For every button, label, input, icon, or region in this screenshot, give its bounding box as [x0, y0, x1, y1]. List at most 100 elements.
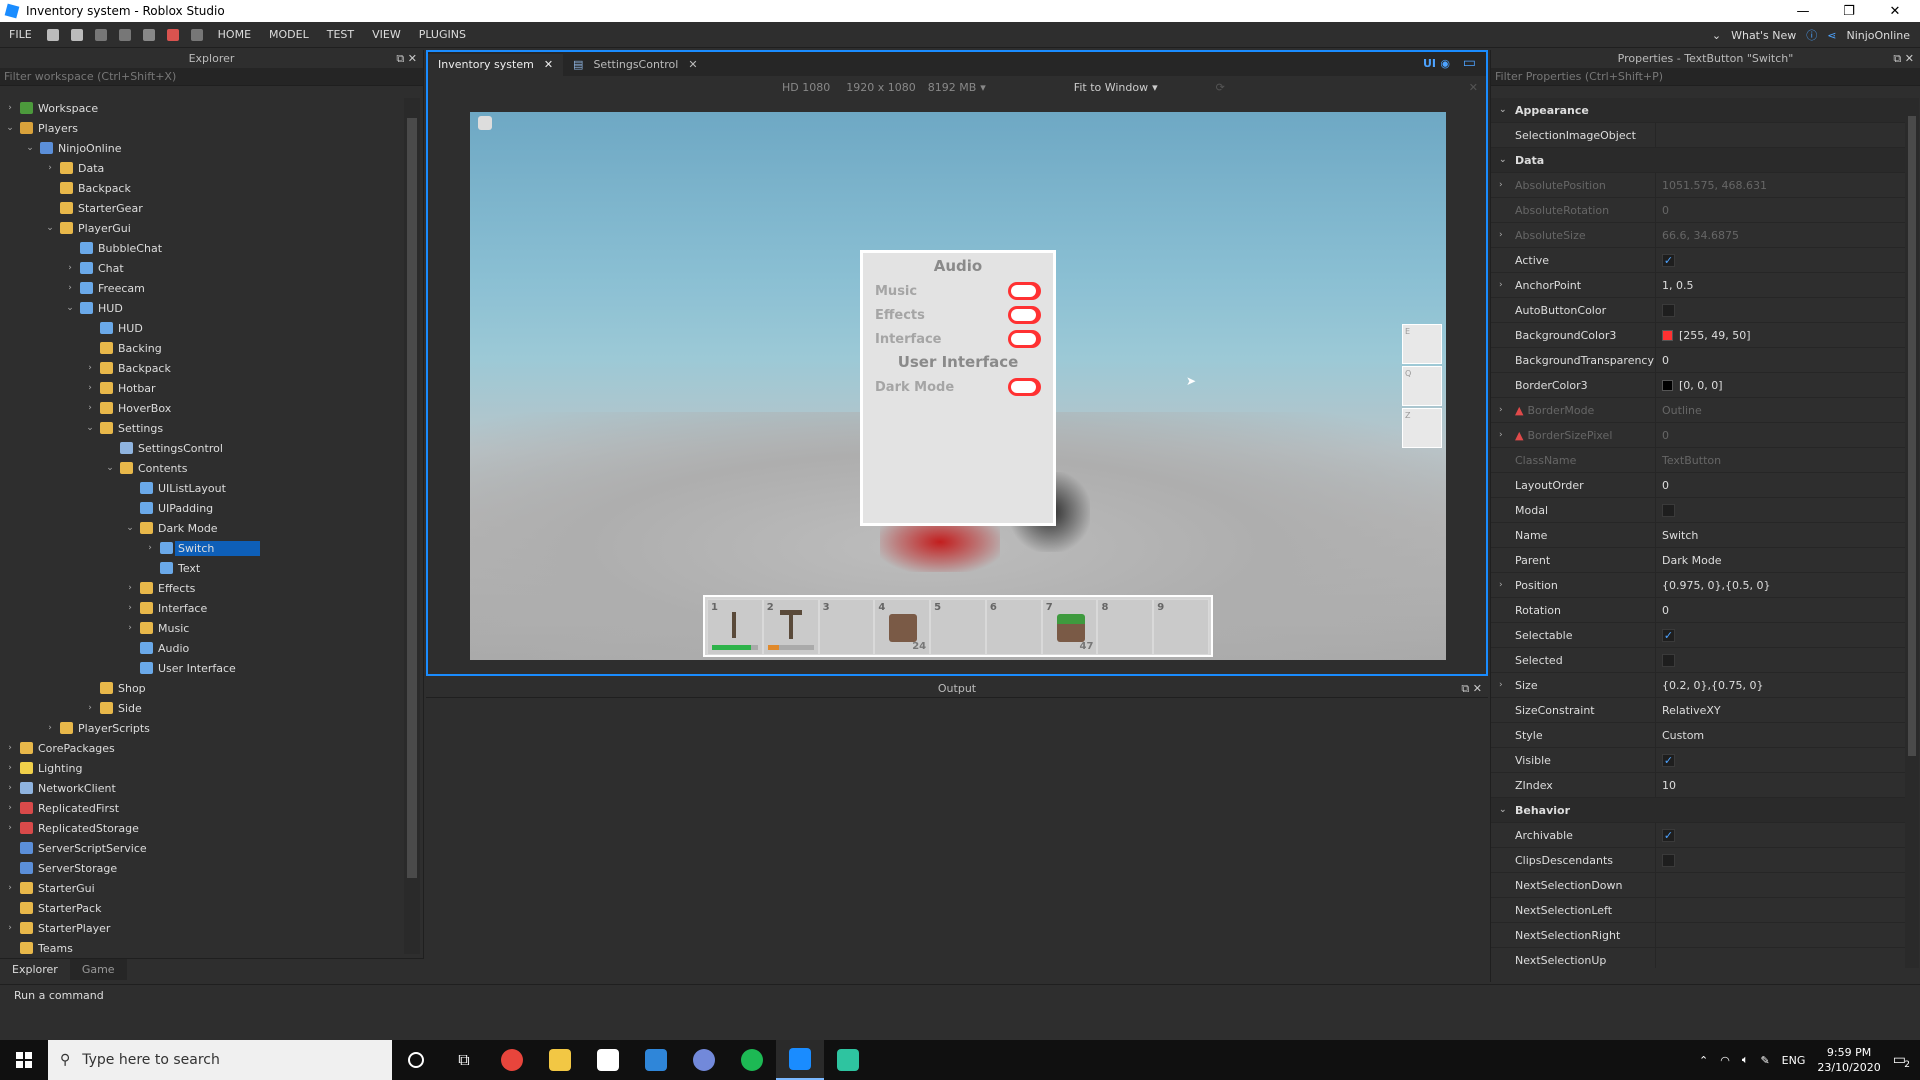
- chevron-down-icon[interactable]: ⌄: [84, 423, 96, 433]
- property-row[interactable]: Selected: [1491, 647, 1905, 673]
- roblox-menu-icon[interactable]: [478, 116, 492, 130]
- property-row[interactable]: › Position {0.975, 0},{0.5, 0}: [1491, 572, 1905, 598]
- scroll-thumb[interactable]: [407, 118, 417, 878]
- tab-game[interactable]: Game: [69, 959, 127, 980]
- tree-item[interactable]: › Chat: [0, 258, 404, 278]
- chevron-right-icon[interactable]: ›: [144, 543, 156, 553]
- property-value[interactable]: [255, 49, 50]: [1656, 329, 1751, 342]
- property-row[interactable]: SelectionImageObject: [1491, 122, 1905, 148]
- property-checkbox[interactable]: [1662, 503, 1675, 517]
- property-value[interactable]: 66.6, 34.6875: [1656, 229, 1739, 242]
- chevron-down-icon[interactable]: ⌄: [104, 463, 116, 473]
- property-value[interactable]: 0: [1656, 354, 1669, 367]
- property-row[interactable]: LayoutOrder 0: [1491, 472, 1905, 498]
- chevron-down-icon[interactable]: ⌄: [1712, 29, 1721, 42]
- tree-item[interactable]: › Side: [0, 698, 404, 718]
- chevron-down-icon[interactable]: ⌄: [1499, 148, 1507, 173]
- property-value[interactable]: [0, 0, 0]: [1656, 379, 1723, 392]
- share-icon[interactable]: ⋖: [1827, 29, 1836, 42]
- chevron-down-icon[interactable]: ⌄: [4, 123, 16, 133]
- tree-item[interactable]: › CorePackages: [0, 738, 404, 758]
- chevron-right-icon[interactable]: ›: [84, 363, 96, 373]
- hotbar-slot[interactable]: 7 47: [1041, 599, 1098, 655]
- taskbar-app[interactable]: [584, 1040, 632, 1080]
- tab-settings-control[interactable]: ▤ SettingsControl ✕: [563, 54, 708, 76]
- chevron-right-icon[interactable]: ›: [1499, 673, 1503, 698]
- property-row[interactable]: › ▲ BorderSizePixel 0: [1491, 422, 1905, 448]
- explorer-filter-input[interactable]: Filter workspace (Ctrl+Shift+X): [0, 68, 423, 86]
- property-row[interactable]: › AnchorPoint 1, 0.5: [1491, 272, 1905, 298]
- property-value[interactable]: 10: [1656, 779, 1676, 792]
- command-bar[interactable]: Run a command: [0, 984, 1920, 1006]
- hotbar-slot[interactable]: 9: [1153, 599, 1210, 655]
- panel-controls[interactable]: ⧉ ✕: [396, 50, 417, 68]
- chevron-right-icon[interactable]: ›: [124, 583, 136, 593]
- property-value[interactable]: ✓: [1656, 253, 1681, 267]
- property-row[interactable]: ClipsDescendants: [1491, 847, 1905, 873]
- tree-item[interactable]: ⌄ NinjoOnline: [0, 138, 404, 158]
- side-key-q[interactable]: Q: [1402, 366, 1442, 406]
- property-checkbox[interactable]: ✓: [1662, 828, 1675, 842]
- tree-item[interactable]: StarterGear: [0, 198, 404, 218]
- rotate-icon[interactable]: ⟳: [1216, 81, 1225, 94]
- chevron-right-icon[interactable]: ›: [124, 623, 136, 633]
- property-row[interactable]: ZIndex 10: [1491, 772, 1905, 798]
- property-value[interactable]: ✓: [1656, 753, 1681, 767]
- ui-visibility-toggle[interactable]: UI: [1423, 57, 1436, 70]
- property-row[interactable]: Visible ✓: [1491, 747, 1905, 773]
- tree-item[interactable]: UIPadding: [0, 498, 404, 518]
- tree-item[interactable]: ⌄ PlayerGui: [0, 218, 404, 238]
- color-swatch[interactable]: [1662, 329, 1673, 341]
- property-value[interactable]: 0: [1656, 204, 1669, 217]
- chevron-right-icon[interactable]: ›: [4, 883, 16, 893]
- scroll-thumb[interactable]: [1908, 116, 1916, 756]
- property-value[interactable]: 0: [1656, 429, 1669, 442]
- menu-model[interactable]: MODEL: [260, 28, 318, 41]
- chevron-right-icon[interactable]: ›: [64, 263, 76, 273]
- language-indicator[interactable]: ENG: [1782, 1054, 1806, 1067]
- chevron-down-icon[interactable]: ▾: [980, 81, 986, 94]
- property-value[interactable]: 1051.575, 468.631: [1656, 179, 1767, 192]
- file-menu[interactable]: FILE: [0, 28, 41, 41]
- property-category[interactable]: ⌄ Data: [1491, 148, 1905, 173]
- side-key-z[interactable]: Z: [1402, 408, 1442, 448]
- tree-item[interactable]: ⌄ Players: [0, 118, 404, 138]
- tree-item[interactable]: › PlayerScripts: [0, 718, 404, 738]
- chevron-right-icon[interactable]: ›: [44, 723, 56, 733]
- tree-item[interactable]: Text: [0, 558, 404, 578]
- start-button[interactable]: [0, 1040, 48, 1080]
- property-row[interactable]: AbsoluteRotation 0: [1491, 197, 1905, 223]
- close-tab-icon[interactable]: ✕: [544, 54, 553, 76]
- property-value[interactable]: Custom: [1656, 729, 1704, 742]
- property-row[interactable]: Archivable ✓: [1491, 822, 1905, 848]
- chevron-right-icon[interactable]: ›: [4, 763, 16, 773]
- property-row[interactable]: Style Custom: [1491, 722, 1905, 748]
- property-value[interactable]: 0: [1656, 604, 1669, 617]
- chevron-right-icon[interactable]: ›: [44, 163, 56, 173]
- command-input[interactable]: Run a command: [14, 989, 104, 1002]
- color-swatch[interactable]: [1662, 379, 1673, 391]
- property-checkbox[interactable]: ✓: [1662, 753, 1675, 767]
- tree-item[interactable]: › ReplicatedFirst: [0, 798, 404, 818]
- chevron-right-icon[interactable]: ›: [4, 923, 16, 933]
- property-row[interactable]: BackgroundTransparency 0: [1491, 347, 1905, 373]
- property-value[interactable]: Switch: [1656, 529, 1698, 542]
- tree-item[interactable]: › ReplicatedStorage: [0, 818, 404, 838]
- property-value[interactable]: [1656, 503, 1681, 517]
- task-view-button[interactable]: ⧉: [440, 1040, 488, 1080]
- chevron-right-icon[interactable]: ›: [4, 823, 16, 833]
- properties-filter-input[interactable]: Filter Properties (Ctrl+Shift+P): [1491, 68, 1920, 86]
- hotbar-slot[interactable]: 3: [818, 599, 875, 655]
- tree-item[interactable]: Audio: [0, 638, 404, 658]
- taskbar-app[interactable]: [728, 1040, 776, 1080]
- property-checkbox[interactable]: [1662, 303, 1675, 317]
- wifi-icon[interactable]: ◠: [1720, 1054, 1730, 1067]
- chevron-down-icon[interactable]: ⌄: [1499, 798, 1507, 823]
- property-row[interactable]: NextSelectionRight: [1491, 922, 1905, 948]
- panel-controls[interactable]: ⧉ ✕: [1893, 50, 1914, 68]
- tree-item[interactable]: › Music: [0, 618, 404, 638]
- new-file-icon[interactable]: [46, 28, 59, 41]
- volume-icon[interactable]: 🔈︎: [1742, 1053, 1749, 1067]
- chevron-right-icon[interactable]: ›: [84, 703, 96, 713]
- property-value[interactable]: ✓: [1656, 628, 1681, 642]
